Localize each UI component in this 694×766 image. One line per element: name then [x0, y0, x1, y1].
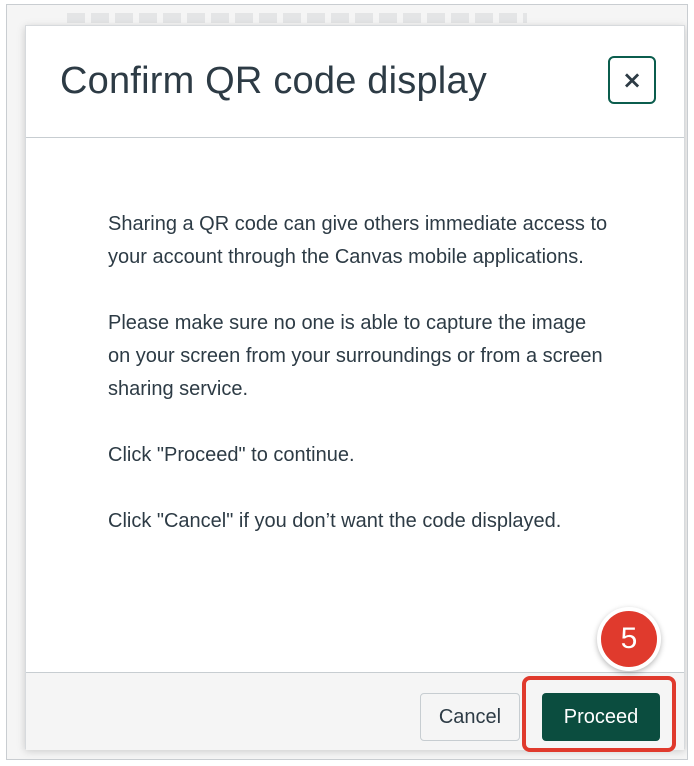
proceed-button[interactable]: Proceed — [542, 693, 660, 741]
background-page-text — [67, 13, 527, 23]
dialog-title: Confirm QR code display — [60, 60, 487, 102]
privacy-paragraph: Please make sure no one is able to captu… — [108, 312, 603, 400]
warning-paragraph: Sharing a QR code can give others immedi… — [108, 213, 608, 268]
cancel-button[interactable]: Cancel — [420, 693, 520, 741]
qr-confirm-dialog: Confirm QR code display × Sharing a QR c… — [25, 25, 685, 752]
close-button[interactable]: × — [608, 56, 656, 104]
dialog-footer: Cancel Proceed — [26, 672, 684, 752]
dialog-header: Confirm QR code display × — [26, 26, 684, 138]
close-icon: × — [621, 66, 643, 94]
dialog-message: Sharing a QR code can give others immedi… — [108, 208, 608, 538]
dialog-body: Sharing a QR code can give others immedi… — [26, 138, 684, 672]
proceed-instruction: Click "Proceed" to continue. — [108, 444, 355, 466]
cancel-instruction: Click "Cancel" if you don’t want the cod… — [108, 510, 562, 532]
step-number-badge: 5 — [597, 607, 661, 671]
screenshot-frame: Confirm QR code display × Sharing a QR c… — [6, 4, 688, 760]
